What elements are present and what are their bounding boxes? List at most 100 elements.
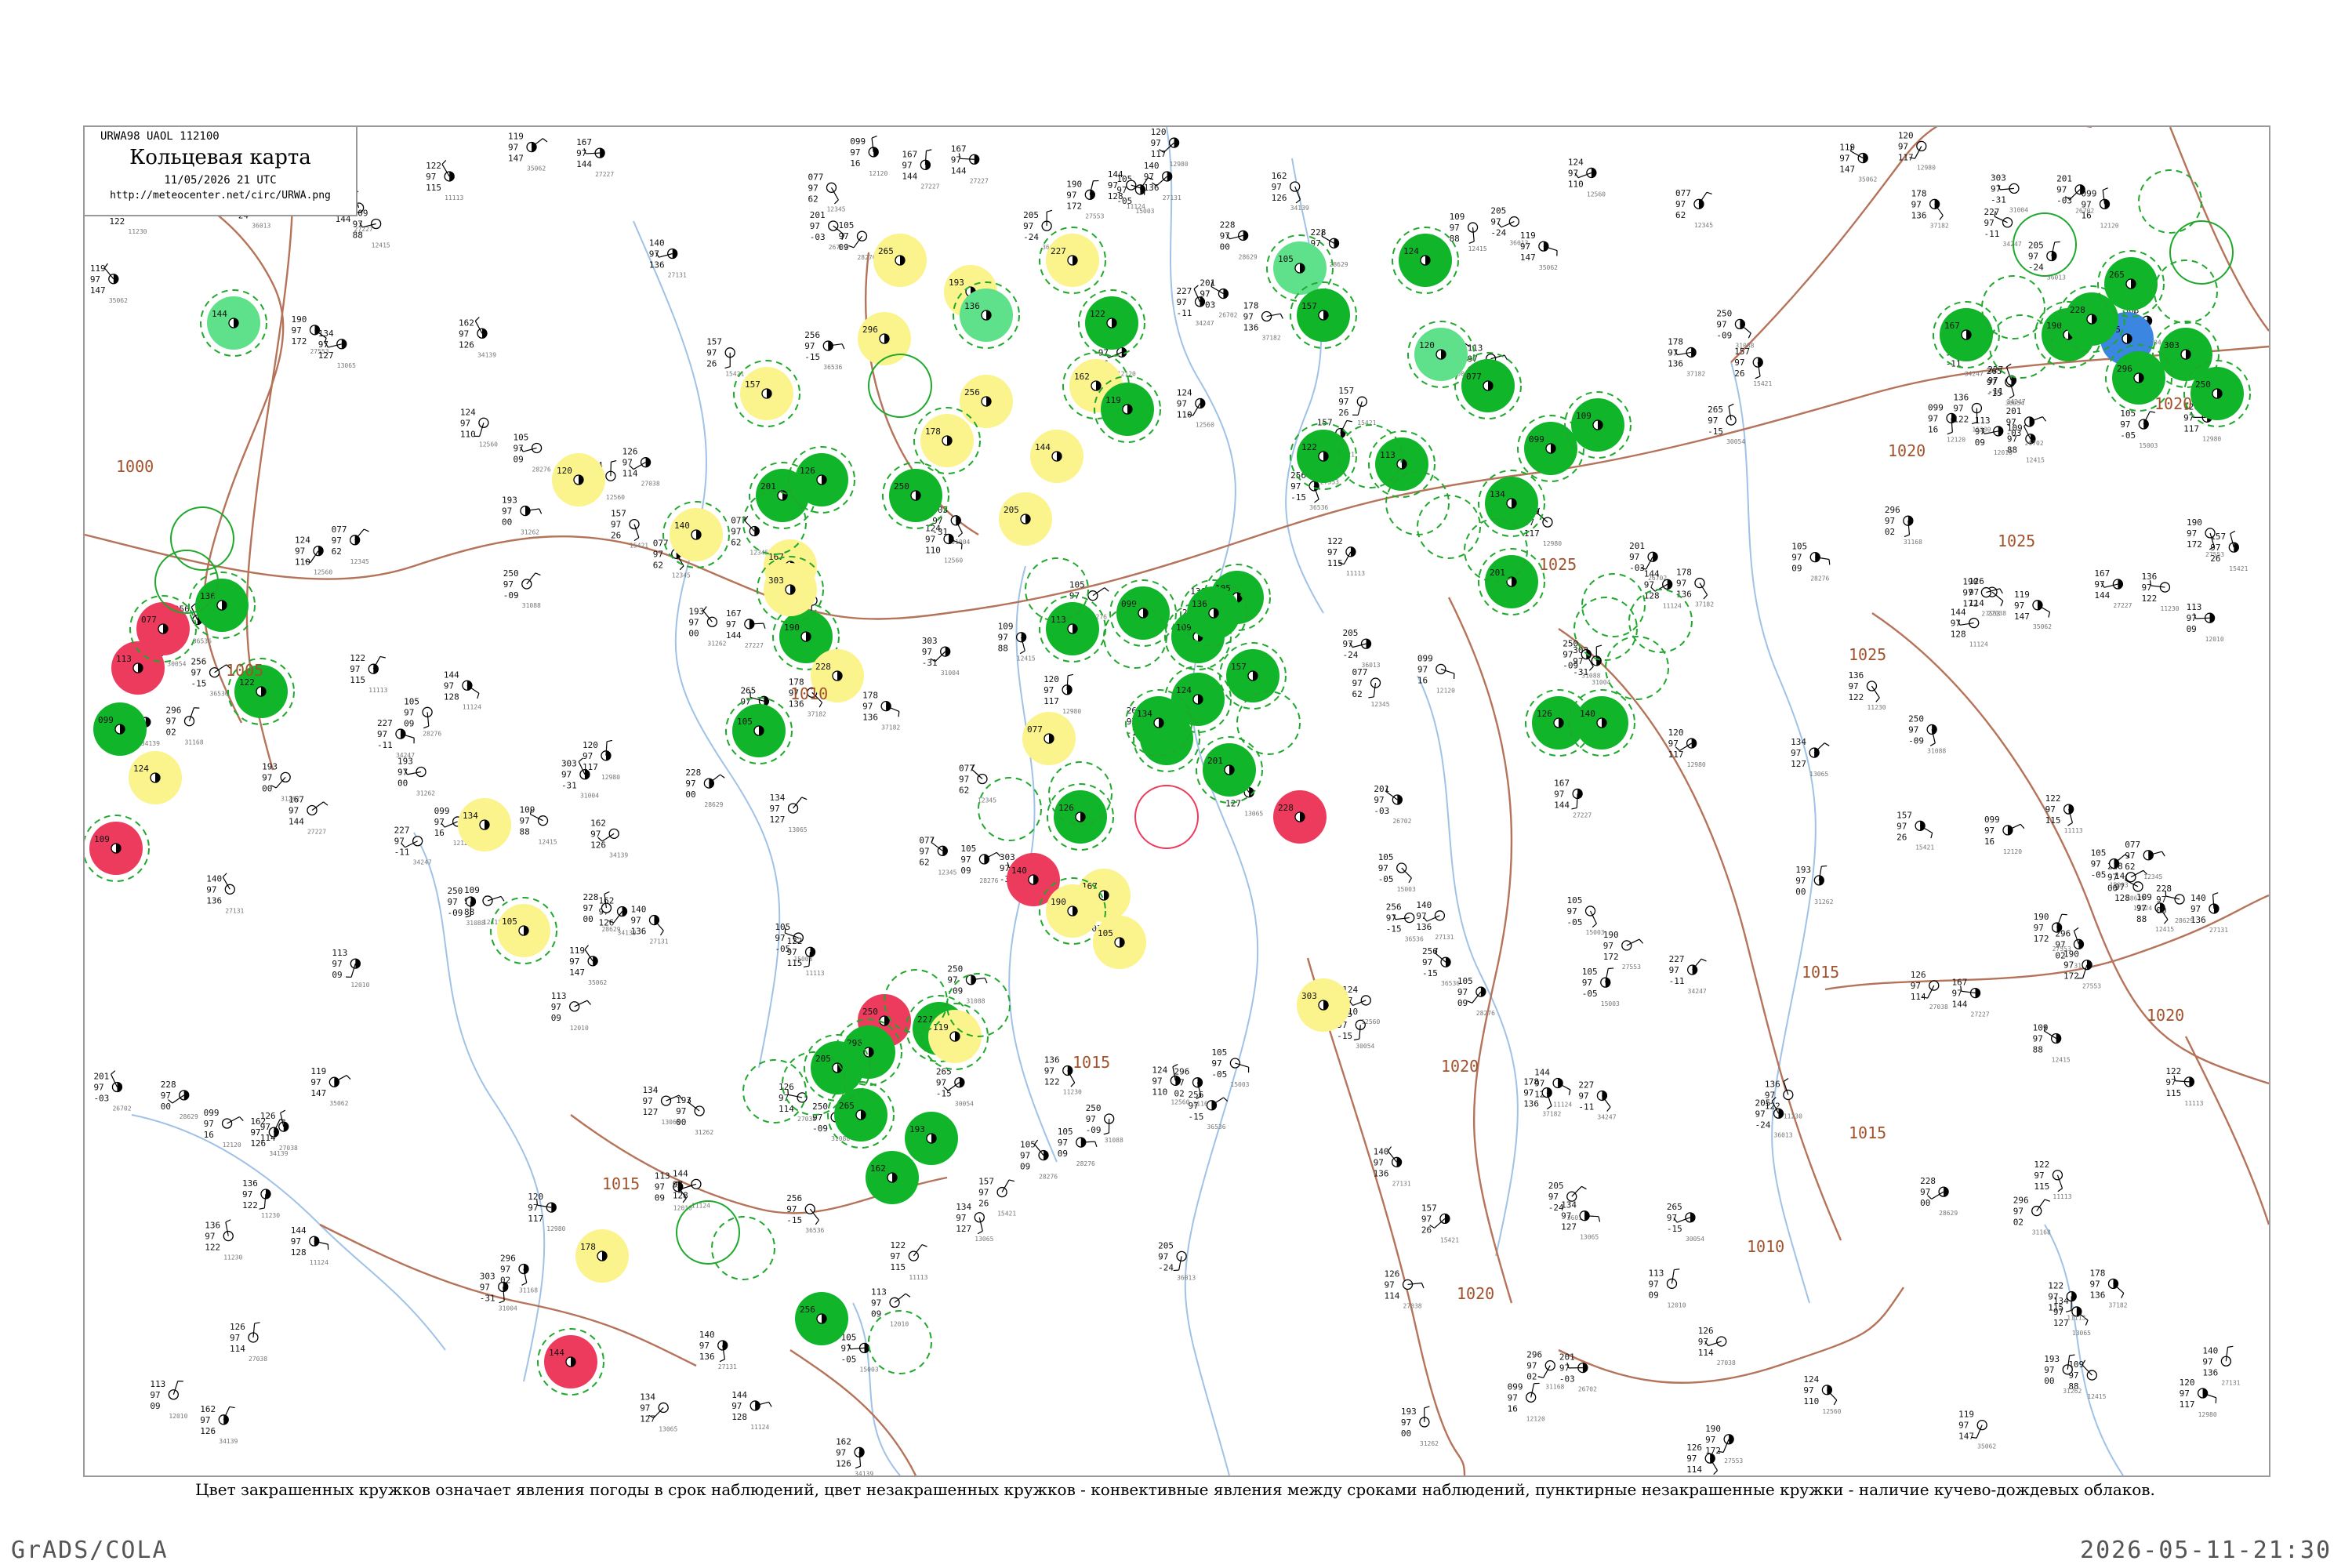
station-dot-icon xyxy=(2132,881,2143,892)
station-pressure: 119 xyxy=(90,263,106,274)
wind-feather-icon xyxy=(543,138,548,143)
station-temperature: 97 xyxy=(1734,358,1744,368)
station-temperature: 97 xyxy=(770,804,780,814)
wind-feather-icon xyxy=(977,1230,983,1235)
station-pressure: 105 xyxy=(2091,848,2107,858)
station-pressure: 120 xyxy=(528,1192,543,1202)
wind-feather-icon xyxy=(719,1359,725,1363)
wind-feather-icon xyxy=(2000,601,2004,607)
station-marker: 1789713637182 xyxy=(1911,188,1949,229)
station-id: 35062 xyxy=(329,1100,348,1107)
station-id: 31168 xyxy=(1904,539,1922,546)
convective-ring-icon xyxy=(1134,785,1199,849)
station-dewpoint: 115 xyxy=(1327,558,1343,568)
station-temperature: 97 xyxy=(1984,218,1994,228)
station-marker: 1579726 15421 xyxy=(1896,810,1934,851)
station-marker: 1099788 12415 xyxy=(520,805,557,846)
station-dewpoint: -05 xyxy=(841,1354,857,1364)
station-temperature: 97 xyxy=(1708,416,1718,426)
station-pressure: 105 xyxy=(1098,928,1113,938)
wind-feather-icon xyxy=(1592,923,1597,928)
station-temperature: 97 xyxy=(2202,1356,2212,1367)
station-temperature: 97 xyxy=(1755,1109,1766,1119)
station-pressure: 190 xyxy=(1603,930,1619,940)
wind-feather-icon xyxy=(1639,938,1644,944)
wind-feather-icon xyxy=(720,774,725,779)
station-pressure: 105 xyxy=(1069,580,1085,590)
station-temperature: 97 xyxy=(1272,182,1282,192)
station-dewpoint: 127 xyxy=(1225,799,1241,809)
station-marker: 20597-2436013 xyxy=(1343,628,1381,669)
weather-circle-yellow: 178 xyxy=(575,1229,629,1283)
source-url: http://meteocenter.net/circ/URWA.png xyxy=(110,190,331,201)
station-temperature: 97 xyxy=(1896,821,1907,831)
wind-feather-icon xyxy=(1755,376,1761,379)
station-marker: 105970928276 xyxy=(838,220,876,261)
wind-feather-icon xyxy=(1700,958,1707,962)
station-dewpoint: 09 xyxy=(960,866,971,876)
station-id: 31004 xyxy=(941,670,960,677)
wind-feather-icon xyxy=(679,565,684,571)
station-marker: 1679714427227 xyxy=(2094,568,2132,609)
station-temperature: 97 xyxy=(960,855,971,865)
station-pressure: 228 xyxy=(815,662,831,672)
station-pressure: 077 xyxy=(141,615,157,625)
wind-feather-icon xyxy=(659,930,664,936)
station-pressure: 190 xyxy=(1066,179,1082,189)
weather-circle-yellow: 077 xyxy=(1022,712,1076,765)
station-id: 28276 xyxy=(1810,575,1829,583)
station-temperature: 97 xyxy=(459,328,469,339)
wind-feather-icon xyxy=(225,1219,231,1223)
station-dewpoint: -05 xyxy=(1567,917,1583,927)
station-id: 11124 xyxy=(1663,602,1682,609)
station-id: 12415 xyxy=(2155,926,2174,933)
station-marker: 1789713637182 xyxy=(862,691,900,731)
wind-feather-icon xyxy=(1947,431,1953,435)
station-temperature: 97 xyxy=(978,1188,989,1198)
station-pressure: 201 xyxy=(760,481,776,492)
station-pressure: 077 xyxy=(808,172,823,182)
station-temperature: 97 xyxy=(850,147,860,158)
station-id: 27553 xyxy=(1981,611,2000,618)
station-marker: 2289700 28629 xyxy=(1220,220,1258,260)
station-pressure: 105 xyxy=(1020,1140,1036,1150)
station-temperature: 97 xyxy=(1508,1392,1518,1403)
station-temperature: 97 xyxy=(786,1204,797,1214)
station-id: 13065 xyxy=(659,1425,677,1432)
station-marker: 1629712634139 xyxy=(590,818,628,858)
station-id: 15003 xyxy=(2110,882,2129,889)
station-id: 27038 xyxy=(249,1356,267,1363)
station-temperature: 97 xyxy=(576,148,586,158)
station-marker: 1409713627131 xyxy=(206,873,245,914)
station-id: 11124 xyxy=(310,1259,328,1266)
station-dewpoint: 122 xyxy=(2141,593,2157,604)
station-dewpoint: -11 xyxy=(394,848,410,858)
station-dewpoint: 62 xyxy=(959,785,969,795)
station-id: 12560 xyxy=(944,557,963,564)
station-dewpoint: -09 xyxy=(1086,1125,1102,1135)
station-pressure: 205 xyxy=(2028,241,2044,251)
station-temperature: 97 xyxy=(397,767,408,777)
station-id: 12980 xyxy=(1917,164,1936,171)
station-dewpoint: 110 xyxy=(925,545,941,555)
station-dewpoint: 09 xyxy=(514,454,524,464)
wind-feather-icon xyxy=(1728,403,1734,407)
weather-circle-green: 122 xyxy=(1078,289,1145,357)
station-marker: 1349712713065 xyxy=(318,328,356,369)
station-temperature: 97 xyxy=(1144,172,1154,182)
weather-circle-green: 124 xyxy=(1392,227,1459,294)
station-id: 37182 xyxy=(1695,601,1714,608)
station-pressure: 250 xyxy=(812,1102,828,1112)
wind-feather-icon xyxy=(905,1293,911,1298)
station-marker: 20197-0326702 xyxy=(1200,278,1237,319)
station-dewpoint: 115 xyxy=(2045,815,2061,826)
station-id: 27227 xyxy=(307,828,326,835)
station-pressure: 136 xyxy=(1044,1054,1060,1065)
station-dewpoint: -24 xyxy=(1755,1120,1771,1130)
station-id: 11113 xyxy=(2064,827,2083,834)
station-pressure: 228 xyxy=(161,1080,176,1090)
station-id: 12345 xyxy=(2143,873,2162,880)
station-marker: 2289700 28629 xyxy=(161,1080,198,1120)
station-id: 34139 xyxy=(855,1470,873,1475)
station-id: 31262 xyxy=(1420,1440,1439,1447)
